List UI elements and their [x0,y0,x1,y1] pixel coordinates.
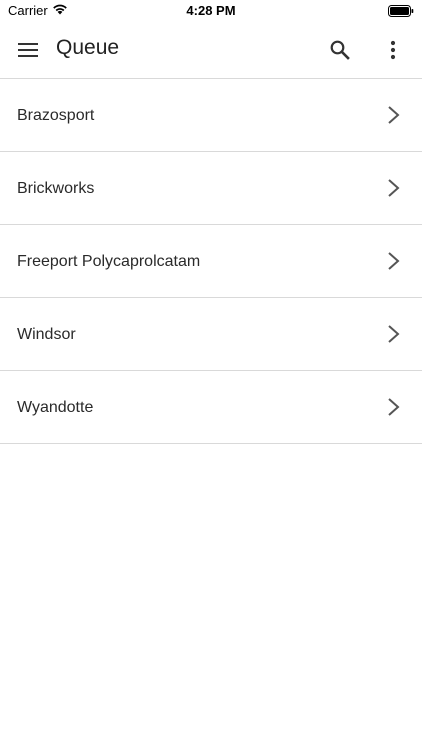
search-button[interactable] [322,32,358,68]
search-icon [330,40,350,60]
status-bar: Carrier 4:28 PM [0,0,422,22]
hamburger-menu-icon [18,43,38,57]
list-item-label: Freeport Polycaprolcatam [17,253,201,270]
app-bar: Queue [0,22,422,78]
more-vert-icon [390,40,396,60]
page-title: Queue [56,36,120,59]
list-item[interactable]: Brazosport [0,79,422,152]
queue-list: Brazosport Brickworks Freeport Polycapro… [0,78,422,444]
list-item-label: Wyandotte [17,399,94,416]
list-item[interactable]: Freeport Polycaprolcatam [0,225,422,298]
list-item[interactable]: Wyandotte [0,371,422,444]
status-time: 4:28 PM [186,3,236,18]
chevron-right-icon [388,325,400,343]
more-options-button[interactable] [375,32,411,68]
chevron-right-icon [388,106,400,124]
list-item-label: Brazosport [17,107,95,124]
chevron-right-icon [388,179,400,197]
list-item-label: Brickworks [17,180,95,197]
chevron-right-icon [388,398,400,416]
battery-icon [388,5,414,17]
list-item[interactable]: Windsor [0,298,422,371]
chevron-right-icon [388,252,400,270]
list-item-label: Windsor [17,326,76,343]
list-item[interactable]: Brickworks [0,152,422,225]
menu-button[interactable] [10,32,46,68]
